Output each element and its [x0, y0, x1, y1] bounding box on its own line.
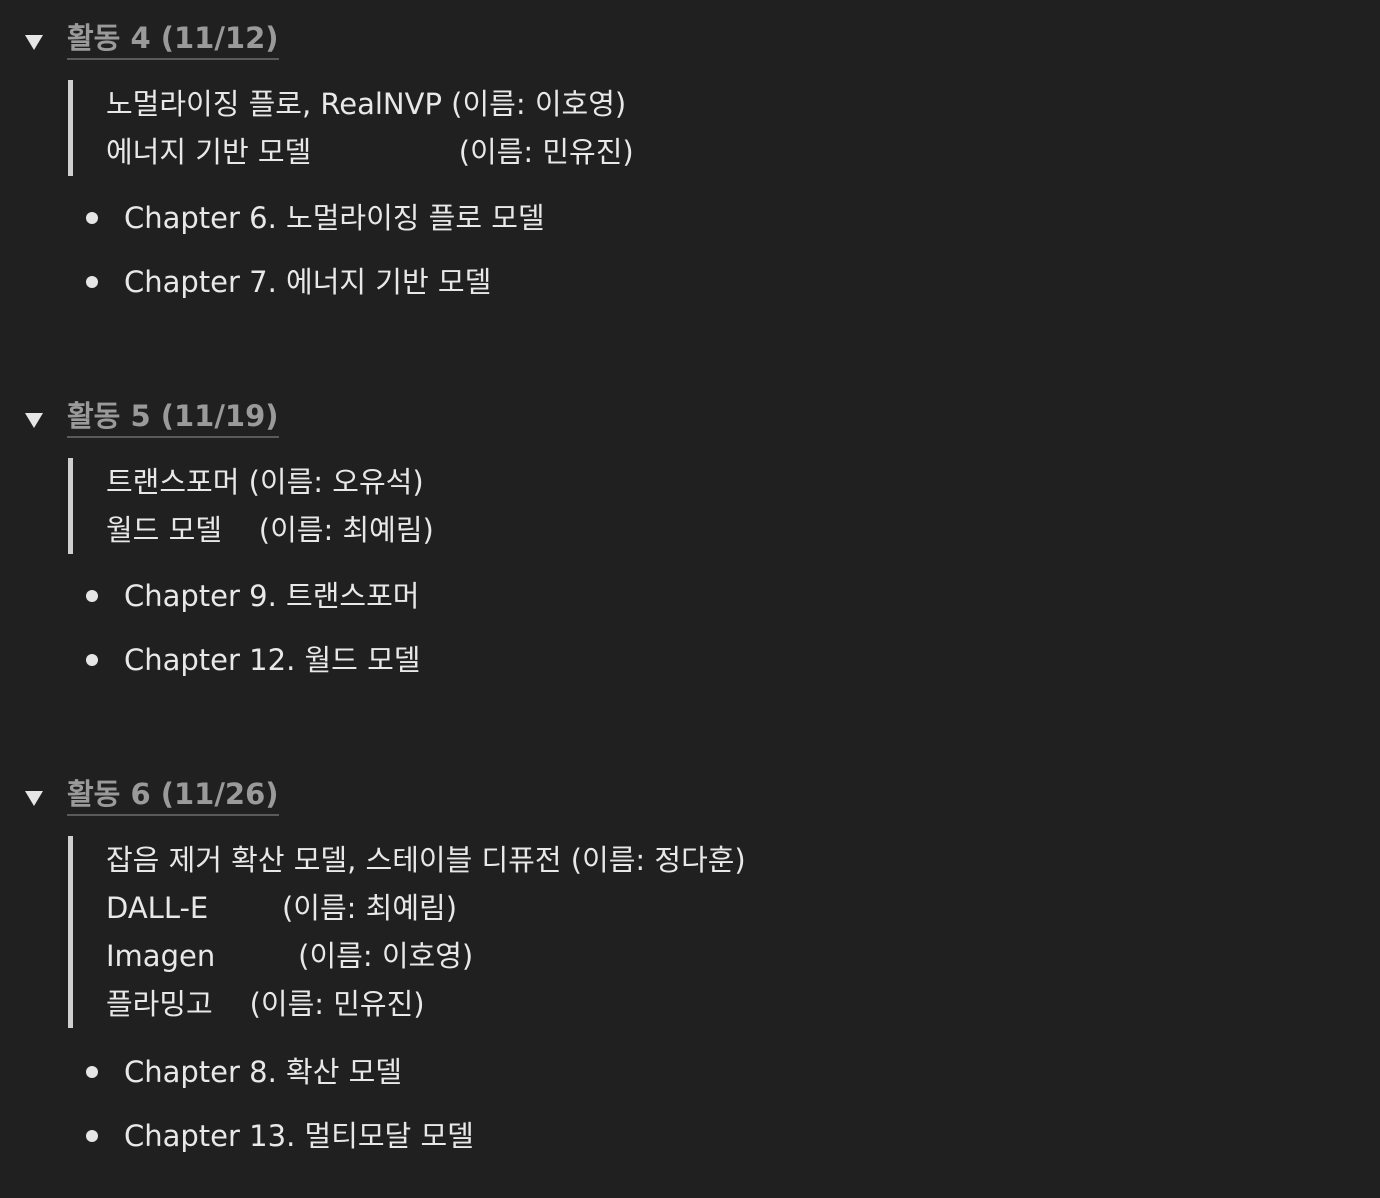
bullet-list: Chapter 9. 트랜스포머 Chapter 12. 월드 모델 — [0, 568, 900, 696]
quote-block: 잡음 제거 확산 모델, 스테이블 디퓨전 (이름: 정다훈) DALL-E (… — [68, 836, 746, 1028]
quote-block: 트랜스포머 (이름: 오유석) 월드 모델 (이름: 최예림) — [68, 458, 434, 554]
triangle-down-icon[interactable] — [22, 30, 46, 54]
toggle-title[interactable]: 활동 6 (11/26) — [67, 774, 279, 816]
list-item: Chapter 13. 멀티모달 모델 — [0, 1108, 900, 1172]
bullet-list: Chapter 6. 노멀라이징 플로 모델 Chapter 7. 에너지 기반… — [0, 190, 900, 318]
bullet-dot-icon — [86, 212, 98, 224]
toggle-header: 활동 6 (11/26) — [0, 774, 700, 818]
bullet-dot-icon — [86, 276, 98, 288]
triangle-down-icon[interactable] — [22, 786, 46, 810]
quote-line: Imagen (이름: 이호영) — [106, 939, 474, 973]
list-item: Chapter 8. 확산 모델 — [0, 1044, 900, 1108]
toggle-title[interactable]: 활동 5 (11/19) — [67, 396, 279, 438]
bullet-list: Chapter 8. 확산 모델 Chapter 13. 멀티모달 모델 — [0, 1044, 900, 1172]
quote-line: 잡음 제거 확산 모델, 스테이블 디퓨전 (이름: 정다훈) — [106, 843, 746, 877]
triangle-down-icon[interactable] — [22, 408, 46, 432]
list-item: Chapter 6. 노멀라이징 플로 모델 — [0, 190, 900, 254]
quote-line: DALL-E (이름: 최예림) — [106, 891, 458, 925]
bullet-dot-icon — [86, 1066, 98, 1078]
quote-block: 노멀라이징 플로, RealNVP (이름: 이호영) 에너지 기반 모델 (이… — [68, 80, 634, 176]
quote-line: 플라밍고 (이름: 민유진) — [106, 987, 425, 1021]
list-item-text: Chapter 6. 노멀라이징 플로 모델 — [124, 201, 545, 235]
toggle-title[interactable]: 활동 4 (11/12) — [67, 18, 279, 60]
list-item: Chapter 12. 월드 모델 — [0, 632, 900, 696]
list-item-text: Chapter 12. 월드 모델 — [124, 643, 421, 677]
list-item-text: Chapter 8. 확산 모델 — [124, 1055, 402, 1089]
bullet-dot-icon — [86, 1130, 98, 1142]
quote-line: 트랜스포머 (이름: 오유석) — [106, 465, 424, 499]
toggle-header: 활동 5 (11/19) — [0, 396, 700, 440]
quote-line: 에너지 기반 모델 (이름: 민유진) — [106, 135, 634, 169]
list-item-text: Chapter 13. 멀티모달 모델 — [124, 1119, 474, 1153]
quote-line: 월드 모델 (이름: 최예림) — [106, 513, 434, 547]
list-item: Chapter 7. 에너지 기반 모델 — [0, 254, 900, 318]
bullet-dot-icon — [86, 654, 98, 666]
toggle-header: 활동 4 (11/12) — [0, 18, 700, 62]
list-item-text: Chapter 9. 트랜스포머 — [124, 579, 420, 613]
list-item-text: Chapter 7. 에너지 기반 모델 — [124, 265, 492, 299]
quote-line: 노멀라이징 플로, RealNVP (이름: 이호영) — [106, 87, 627, 121]
bullet-dot-icon — [86, 590, 98, 602]
list-item: Chapter 9. 트랜스포머 — [0, 568, 900, 632]
